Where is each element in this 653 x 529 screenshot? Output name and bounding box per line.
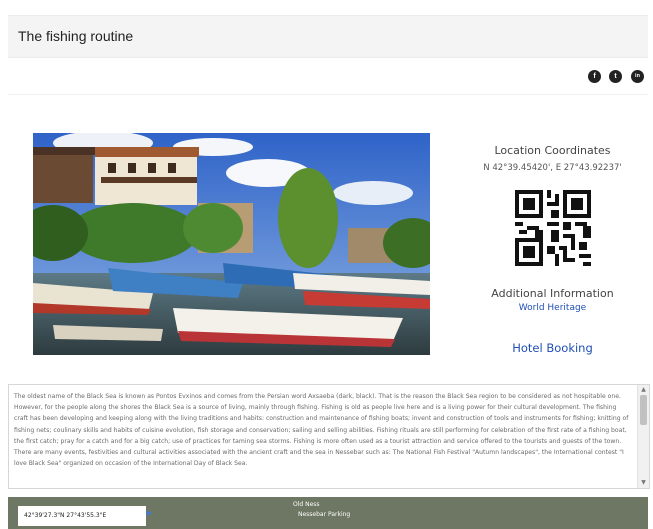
description-scrollbar[interactable]: ▲ ▼ — [637, 385, 649, 488]
facebook-icon[interactable]: f — [588, 70, 601, 83]
linkedin-icon[interactable]: in — [631, 70, 644, 83]
description-textarea[interactable]: The oldest name of the Black Sea is know… — [8, 384, 650, 489]
map-view[interactable]: 42°39'27.3"N 27°43'55.3"E ➤ Old Ness Nes… — [8, 497, 648, 529]
page-title: The fishing routine — [18, 28, 134, 44]
description-text: The oldest name of the Black Sea is know… — [14, 393, 629, 468]
map-label-parking: Nessebar Parking — [298, 511, 351, 518]
map-coordinates-box: 42°39'27.3"N 27°43'55.3"E — [18, 506, 146, 526]
twitter-icon[interactable]: t — [609, 70, 622, 83]
scroll-down-icon[interactable]: ▼ — [639, 479, 648, 487]
qr-code-icon — [515, 190, 591, 266]
header-bar: The fishing routine — [8, 15, 648, 58]
scroll-thumb[interactable] — [640, 395, 647, 425]
location-coordinates-value: N 42°39.45420', E 27°43.92237' — [483, 163, 622, 173]
scroll-up-icon[interactable]: ▲ — [639, 386, 648, 394]
world-heritage-link[interactable]: World Heritage — [470, 303, 635, 313]
share-row: f t in — [8, 64, 648, 95]
hotel-booking-link[interactable]: Hotel Booking — [470, 341, 635, 355]
fishing-boats-photo — [33, 133, 430, 355]
location-coordinates-title: Location Coordinates — [494, 144, 611, 157]
additional-information-title: Additional Information — [491, 287, 614, 300]
directions-icon[interactable]: ➤ — [145, 509, 153, 519]
map-label-old-ness: Old Ness — [293, 501, 320, 508]
